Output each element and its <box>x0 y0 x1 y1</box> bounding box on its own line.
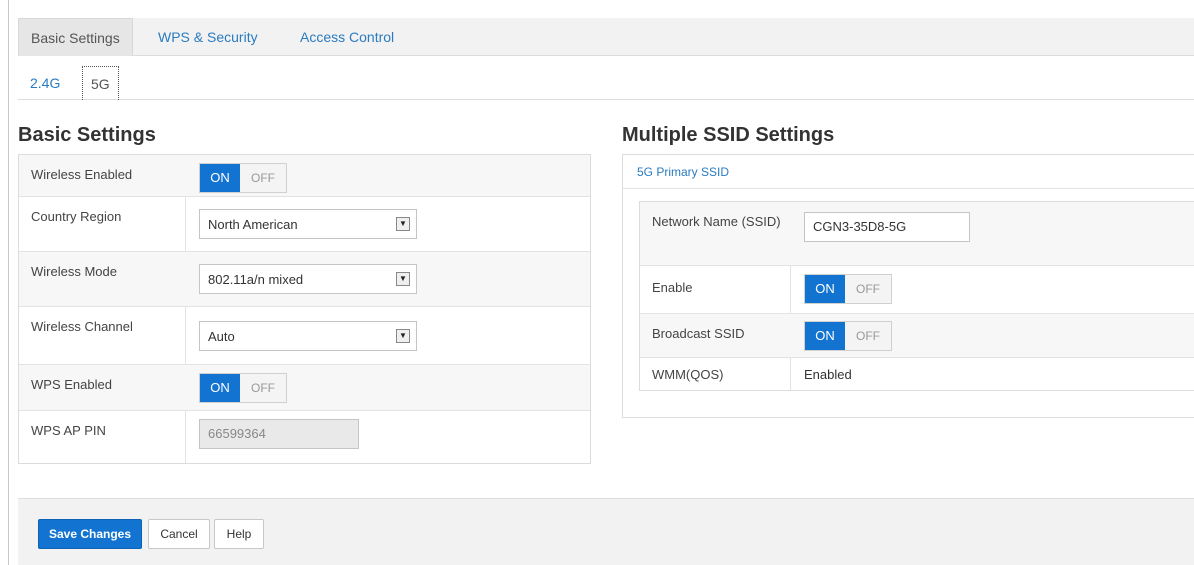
wps-ap-pin-label: WPS AP PIN <box>31 423 106 438</box>
wireless-channel-label: Wireless Channel <box>31 319 133 334</box>
wireless-channel-value: Auto <box>208 329 235 344</box>
wireless-enabled-label: Wireless Enabled <box>31 167 133 182</box>
wps-ap-pin-field: 66599364 <box>199 419 359 449</box>
row-wireless-mode: Wireless Mode 802.11a/n mixed ▼ <box>19 252 590 307</box>
tab-access-control[interactable]: Access Control <box>288 18 406 56</box>
chevron-down-icon[interactable]: ▼ <box>396 217 410 231</box>
primary-ssid-header: 5G Primary SSID <box>623 155 1194 189</box>
left-border <box>8 0 9 565</box>
row-wmm-qos: WMM(QOS) Enabled <box>640 358 1194 390</box>
wps-enabled-label: WPS Enabled <box>31 377 112 392</box>
row-enable: Enable ON OFF <box>640 266 1194 314</box>
wmm-qos-value: Enabled <box>804 367 852 382</box>
toggle-off[interactable]: OFF <box>240 164 286 192</box>
row-wps-ap-pin: WPS AP PIN 66599364 <box>19 411 590 463</box>
basic-settings-title: Basic Settings <box>18 124 156 146</box>
row-wireless-enabled: Wireless Enabled ON OFF <box>19 155 590 197</box>
ssid-input[interactable]: CGN3-35D8-5G <box>804 212 970 242</box>
help-button[interactable]: Help <box>214 519 264 549</box>
tab-band-5g[interactable]: 5G <box>82 66 119 100</box>
broadcast-ssid-label: Broadcast SSID <box>652 326 745 341</box>
toggle-on[interactable]: ON <box>805 322 845 350</box>
row-wireless-channel: Wireless Channel Auto ▼ <box>19 307 590 365</box>
row-broadcast-ssid: Broadcast SSID ON OFF <box>640 314 1194 358</box>
toggle-off[interactable]: OFF <box>845 322 891 350</box>
cancel-button[interactable]: Cancel <box>148 519 210 549</box>
multiple-ssid-title: Multiple SSID Settings <box>622 124 835 146</box>
basic-settings-panel: Wireless Enabled ON OFF Country Region N… <box>18 154 591 464</box>
save-changes-button[interactable]: Save Changes <box>38 519 142 549</box>
wmm-qos-label: WMM(QOS) <box>652 367 724 382</box>
network-name-label: Network Name (SSID) <box>652 214 781 229</box>
toggle-on[interactable]: ON <box>200 164 240 192</box>
wireless-mode-select[interactable]: 802.11a/n mixed ▼ <box>199 264 417 294</box>
country-region-label: Country Region <box>31 209 122 224</box>
country-region-value: North American <box>208 217 298 232</box>
wireless-mode-label: Wireless Mode <box>31 264 117 279</box>
toggle-off[interactable]: OFF <box>240 374 286 402</box>
country-region-select[interactable]: North American ▼ <box>199 209 417 239</box>
row-country-region: Country Region North American ▼ <box>19 197 590 252</box>
chevron-down-icon[interactable]: ▼ <box>396 329 410 343</box>
primary-ssid-table: Network Name (SSID) CGN3-35D8-5G Enable … <box>639 201 1194 391</box>
wps-enabled-toggle[interactable]: ON OFF <box>199 373 287 403</box>
wireless-channel-select[interactable]: Auto ▼ <box>199 321 417 351</box>
row-network-name: Network Name (SSID) CGN3-35D8-5G <box>640 202 1194 266</box>
multiple-ssid-panel: 5G Primary SSID Network Name (SSID) CGN3… <box>622 154 1194 418</box>
enable-toggle[interactable]: ON OFF <box>804 274 892 304</box>
toggle-on[interactable]: ON <box>805 275 845 303</box>
broadcast-ssid-toggle[interactable]: ON OFF <box>804 321 892 351</box>
settings-tabs: Basic Settings WPS & Security Access Con… <box>18 18 1194 56</box>
tab-band-2-4g[interactable]: 2.4G <box>22 66 68 100</box>
toggle-on[interactable]: ON <box>200 374 240 402</box>
wireless-enabled-toggle[interactable]: ON OFF <box>199 163 287 193</box>
chevron-down-icon[interactable]: ▼ <box>396 272 410 286</box>
tab-basic-settings[interactable]: Basic Settings <box>18 18 133 56</box>
toggle-off[interactable]: OFF <box>845 275 891 303</box>
form-footer: Save Changes Cancel Help <box>18 498 1194 565</box>
row-wps-enabled: WPS Enabled ON OFF <box>19 365 590 411</box>
wireless-mode-value: 802.11a/n mixed <box>208 272 304 287</box>
band-tabs: 2.4G 5G <box>18 66 1194 100</box>
enable-label: Enable <box>652 280 693 295</box>
tab-wps-security[interactable]: WPS & Security <box>146 18 270 56</box>
